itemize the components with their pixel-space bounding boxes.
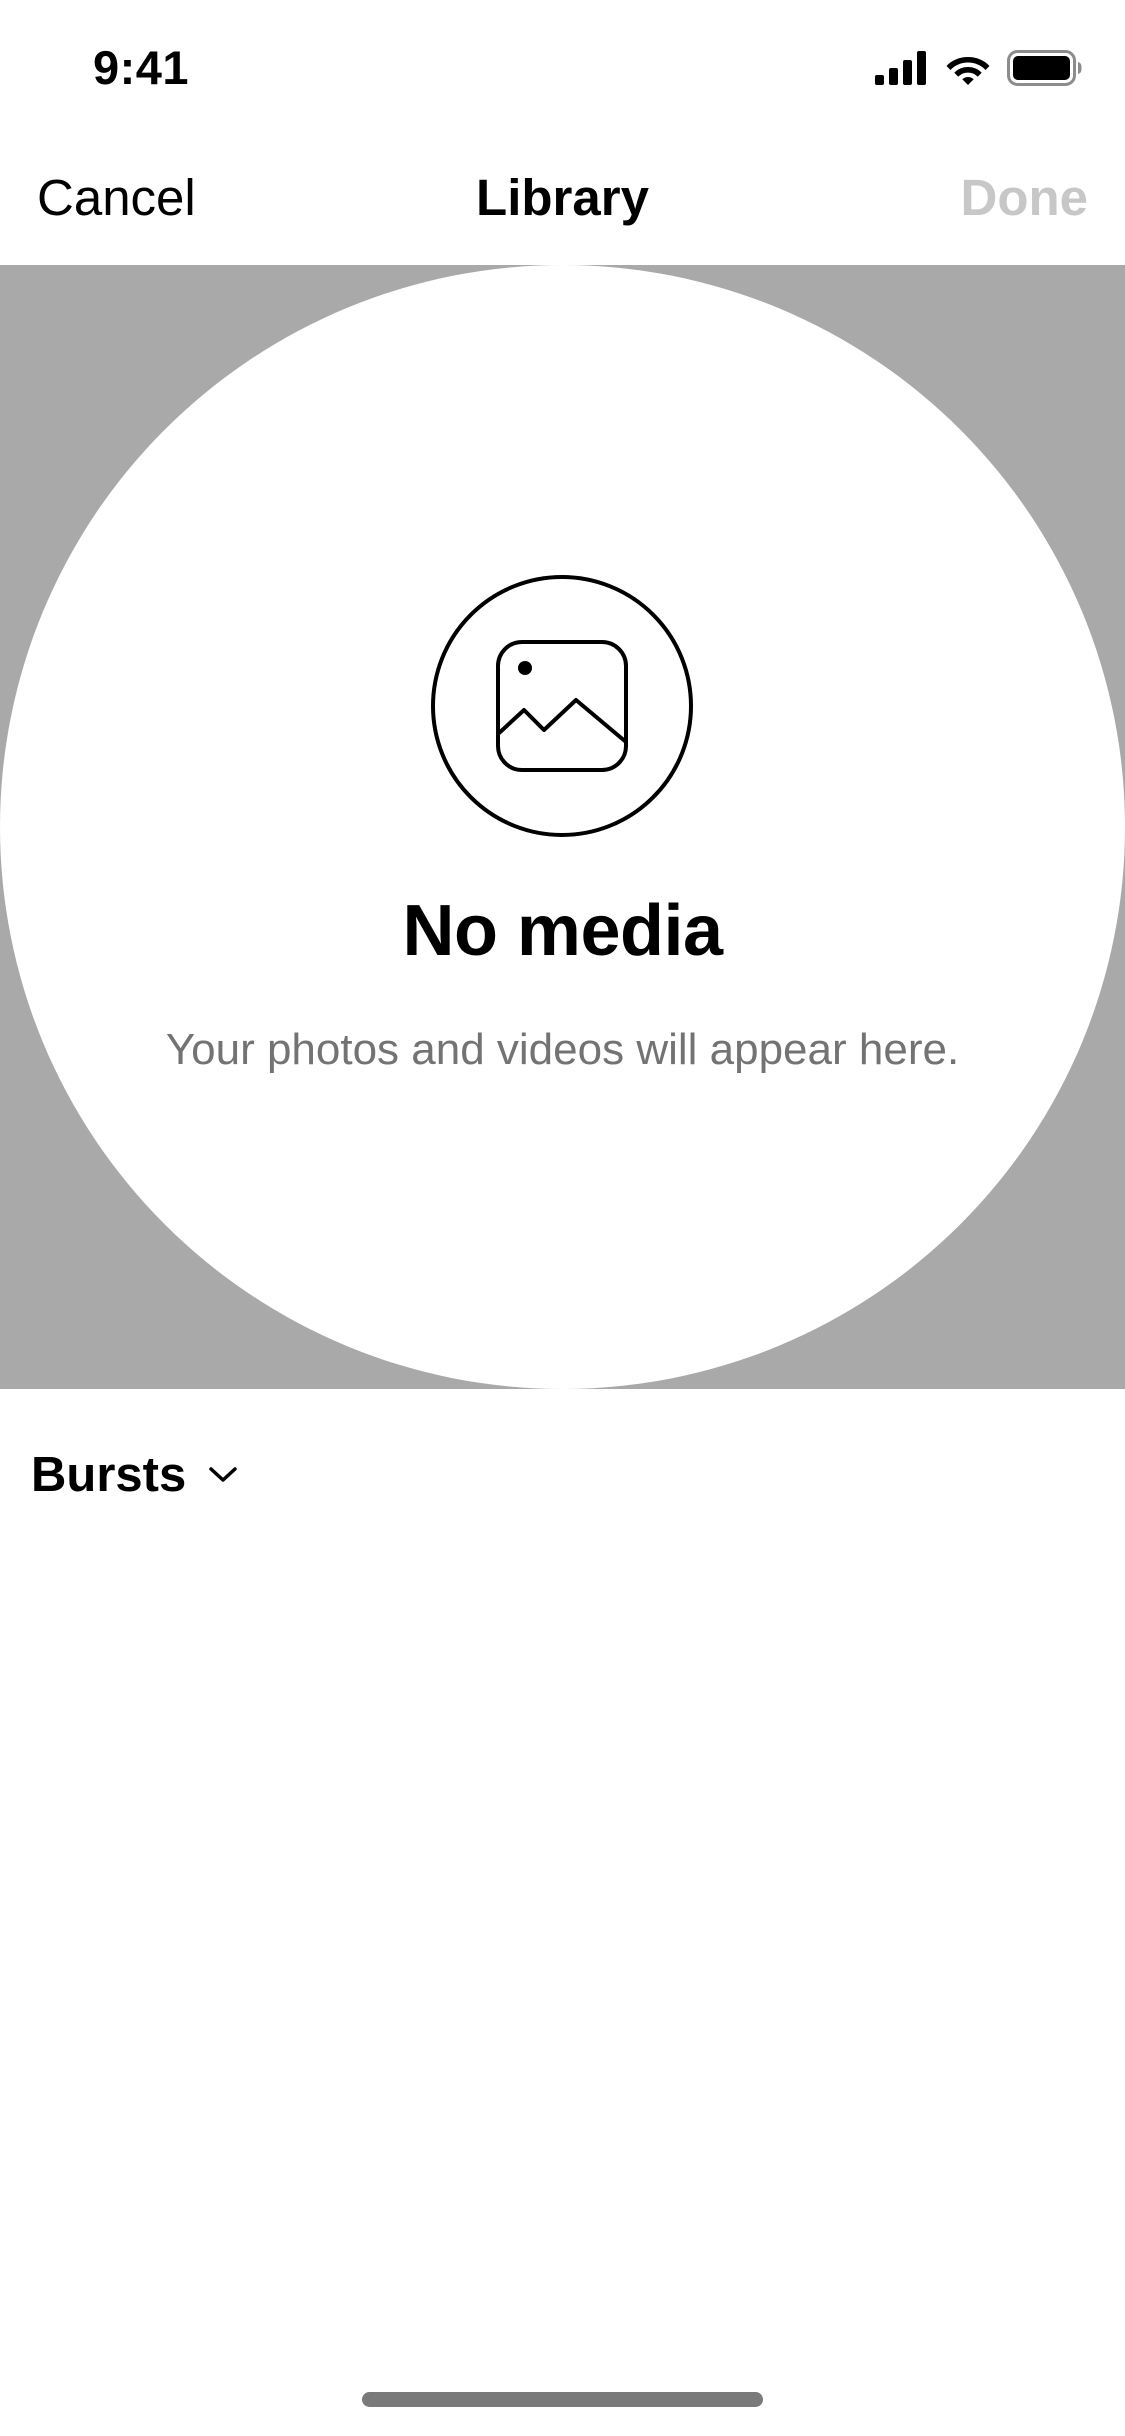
album-selector-label: Bursts xyxy=(31,1448,187,1502)
media-preview-area: No media Your photos and videos will app… xyxy=(0,265,1125,1389)
photo-icon xyxy=(496,640,628,772)
empty-state: No media Your photos and videos will app… xyxy=(0,265,1125,1389)
cancel-button[interactable]: Cancel xyxy=(37,168,196,227)
status-bar: 9:41 xyxy=(0,0,1125,140)
empty-state-title: No media xyxy=(402,891,723,971)
cellular-signal-icon xyxy=(875,51,926,85)
status-icons xyxy=(875,48,1083,88)
status-time: 9:41 xyxy=(93,41,190,94)
media-picker-screen: 9:41 Cancel Library Done No media Your p… xyxy=(0,0,1125,2436)
empty-state-icon-ring xyxy=(431,575,693,837)
album-selector[interactable]: Bursts xyxy=(31,1447,238,1503)
chevron-down-icon xyxy=(209,1467,237,1482)
empty-state-subtitle: Your photos and videos will appear here. xyxy=(165,1025,960,1074)
battery-icon xyxy=(1007,50,1082,86)
navigation-bar: Cancel Library Done xyxy=(0,140,1125,265)
home-indicator[interactable] xyxy=(362,2392,763,2407)
done-button[interactable]: Done xyxy=(961,168,1089,227)
wifi-icon xyxy=(946,57,990,85)
